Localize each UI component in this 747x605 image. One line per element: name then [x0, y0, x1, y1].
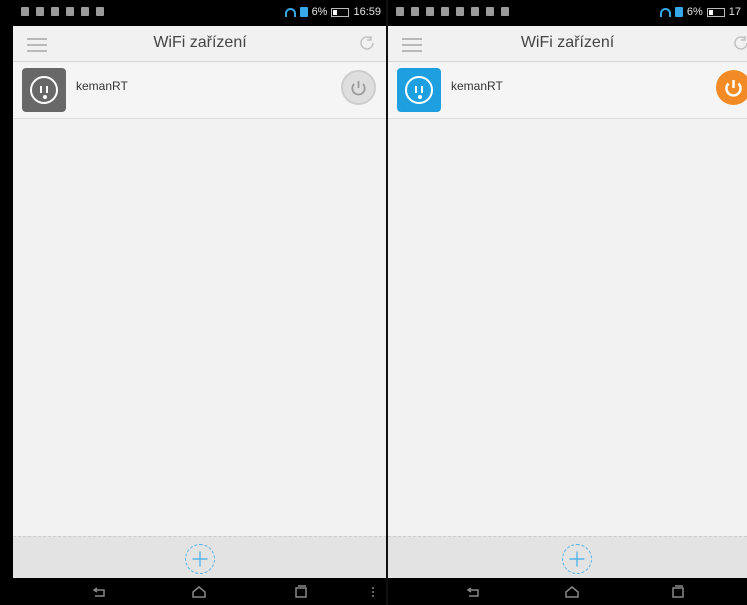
home-icon[interactable] — [190, 583, 208, 601]
power-toggle-button[interactable] — [716, 70, 747, 105]
wifi-icon — [659, 7, 671, 17]
status-time: 16:59 — [353, 6, 381, 18]
right-phone-screen: 6% 17 WiFi zařízení kemanRT — [387, 0, 747, 605]
notification-icon — [501, 7, 509, 16]
notification-icons — [21, 7, 104, 16]
device-name: kemanRT — [76, 79, 128, 93]
battery-percentage: 6% — [686, 6, 703, 18]
notification-icon — [66, 7, 74, 16]
notification-icons — [396, 7, 509, 16]
add-circle-icon[interactable] — [185, 544, 215, 574]
status-bar: 6% 17 — [388, 0, 747, 26]
battery-percentage: 6% — [311, 6, 328, 18]
power-outlet-icon — [397, 68, 441, 112]
add-circle-icon[interactable] — [562, 544, 592, 574]
back-icon[interactable] — [464, 583, 482, 601]
notification-icon — [441, 7, 449, 16]
refresh-icon[interactable] — [731, 33, 747, 53]
power-outlet-icon — [22, 68, 66, 112]
notification-icon — [21, 7, 29, 16]
bottom-action-bar — [13, 536, 387, 578]
sim-icon — [674, 7, 683, 17]
notification-icon — [411, 7, 419, 16]
notification-icon — [456, 7, 464, 16]
system-indicators: 6% 16:59 — [284, 6, 381, 18]
sim-icon — [299, 7, 308, 17]
recent-apps-icon[interactable] — [669, 583, 687, 601]
recent-apps-icon[interactable] — [292, 583, 310, 601]
page-title: WiFi zařízení — [153, 34, 247, 51]
notification-icon — [96, 7, 104, 16]
notification-icon — [426, 7, 434, 16]
battery-icon — [331, 7, 350, 17]
device-row[interactable]: kemanRT — [388, 63, 747, 119]
left-phone-screen: 6% 16:59 WiFi zařízení kemanRT — [13, 0, 387, 605]
system-nav-bar — [13, 578, 387, 605]
bottom-action-bar — [388, 536, 747, 578]
device-list-empty-area — [388, 119, 747, 536]
device-list-empty-area — [13, 119, 387, 536]
notification-icon — [396, 7, 404, 16]
battery-icon — [706, 7, 725, 17]
device-name: kemanRT — [451, 79, 503, 93]
system-indicators: 6% 17 — [659, 6, 741, 18]
power-toggle-button[interactable] — [341, 70, 376, 105]
status-bar: 6% 16:59 — [13, 0, 387, 26]
notification-icon — [471, 7, 479, 16]
refresh-icon[interactable] — [357, 33, 377, 53]
more-vertical-icon[interactable] — [371, 583, 375, 601]
home-icon[interactable] — [563, 583, 581, 601]
notification-icon — [51, 7, 59, 16]
notification-icon — [81, 7, 89, 16]
back-icon[interactable] — [90, 583, 108, 601]
notification-icon — [36, 7, 44, 16]
wifi-icon — [284, 7, 296, 17]
status-time: 17 — [728, 6, 741, 18]
app-header: WiFi zařízení — [13, 26, 387, 62]
page-title: WiFi zařízení — [520, 34, 615, 51]
device-row[interactable]: kemanRT — [13, 63, 387, 119]
app-header: WiFi zařízení — [388, 26, 747, 62]
system-nav-bar — [388, 578, 747, 605]
notification-icon — [486, 7, 494, 16]
